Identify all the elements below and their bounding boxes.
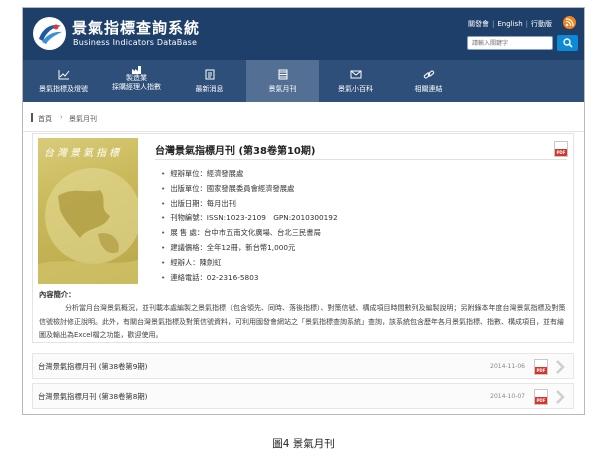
- link-mobile[interactable]: 行動版: [531, 20, 552, 28]
- site-header: 景氣指標查詢系統 Business Indicators DataBase 關發…: [23, 8, 584, 60]
- mail-icon: [350, 70, 361, 79]
- card-divider: [155, 159, 567, 160]
- nav-item-links[interactable]: 相關連結: [392, 60, 465, 102]
- info-item: 經辦人：陳劍虹: [161, 256, 338, 271]
- chevron-right-icon[interactable]: [554, 389, 566, 405]
- info-item: 刊物編號：ISSN:1023-2109 GPN:2010300192: [161, 211, 337, 226]
- news-icon: [205, 69, 214, 80]
- top-links: 關發會 | English | 行動版: [468, 19, 552, 29]
- issue-title[interactable]: 台灣景氣指標月刊 (第38卷第8期): [38, 392, 148, 402]
- info-item: 經辦單位：經濟發展處: [161, 167, 338, 182]
- nav-item-label: 景氣指標及燈號: [39, 85, 88, 93]
- line-chart-icon: [58, 70, 69, 80]
- issue-date: 2014-11-06: [490, 363, 525, 370]
- breadcrumb-current: 景氣月刊: [69, 115, 97, 123]
- issue-date: 2014-10-07: [490, 393, 525, 400]
- nav-item-label: 最新消息: [195, 85, 224, 93]
- info-item: 連絡電話：02-2316-5803: [161, 271, 338, 286]
- breadcrumb-separator-icon: ›: [60, 113, 63, 121]
- rss-icon[interactable]: [563, 16, 576, 29]
- link-icon: [423, 70, 434, 79]
- nav-item-label: 景氣小百科: [338, 85, 373, 93]
- list-item[interactable]: 台灣景氣指標月刊 (第38卷第8期) 2014-10-07 PDF: [32, 383, 574, 409]
- book-icon: [278, 69, 287, 80]
- nav-item-pmi[interactable]: 製造業 採購經理人指數: [100, 60, 173, 102]
- intro-heading: 內容簡介：: [39, 290, 76, 299]
- issue-info-list: 經辦單位：經濟發展處 出版單位：國家發展委員會經濟發展處 出版日期：每月出刊 刊…: [161, 167, 338, 286]
- globe-graphic: [38, 168, 138, 284]
- breadcrumb-marker: [31, 113, 33, 122]
- nav-pmi-line1: 製造業: [126, 74, 147, 82]
- nav-item-news[interactable]: 最新消息: [173, 60, 246, 102]
- nav-item-label: 相關連結: [414, 85, 443, 93]
- link-english[interactable]: English: [497, 20, 522, 28]
- breadcrumb: 首頁 › 景氣月刊: [23, 102, 584, 132]
- featured-issue-title[interactable]: 台灣景氣指標月刊 (第38卷第10期): [155, 142, 315, 157]
- info-item: 出版單位：國家發展委員會經濟發展處: [161, 182, 338, 197]
- site-title-cn[interactable]: 景氣指標查詢系統: [72, 17, 200, 38]
- info-item: 展 售 處：台中市五南文化廣場、台北三民書局: [161, 226, 338, 241]
- nav-item-label: 景氣月刊: [268, 85, 297, 93]
- pdf-label: PDF: [556, 150, 566, 155]
- list-item[interactable]: 台灣景氣指標月刊 (第38卷第9期) 2014-11-06 PDF: [32, 353, 574, 379]
- info-item: 建議價格：全年12冊，新台幣1,000元: [161, 241, 338, 256]
- featured-issue-card: 台灣景氣指標 台灣景氣指標月刊 (第38卷第10期) PDF 經辦單位：經濟發展…: [32, 133, 574, 343]
- link-separator: |: [492, 20, 495, 28]
- site-title-en: Business Indicators DataBase: [73, 38, 198, 47]
- pdf-download-icon[interactable]: PDF: [534, 359, 548, 375]
- link-separator: |: [525, 20, 528, 28]
- nav-item-monthly[interactable]: 景氣月刊: [246, 60, 319, 102]
- info-item: 出版日期：每月出刊: [161, 197, 338, 212]
- chevron-right-icon[interactable]: [554, 359, 566, 375]
- pdf-download-icon[interactable]: PDF: [534, 389, 548, 405]
- breadcrumb-home[interactable]: 首頁: [38, 114, 52, 124]
- pdf-download-icon[interactable]: PDF: [554, 141, 568, 157]
- nav-item-label: 製造業 採購經理人指數: [100, 74, 173, 92]
- issue-title[interactable]: 台灣景氣指標月刊 (第38卷第9期): [38, 362, 148, 372]
- nav-item-encyclopedia[interactable]: 景氣小百科: [319, 60, 392, 102]
- main-nav: 景氣指標及燈號 製造業 採購經理人指數 最新消息 景氣月刊 景氣小百科 相關連結: [23, 60, 584, 102]
- search-icon: [562, 38, 573, 48]
- site-logo-icon[interactable]: [33, 17, 66, 50]
- magazine-cover-image[interactable]: 台灣景氣指標: [38, 138, 138, 284]
- search-button[interactable]: [557, 35, 578, 51]
- pdf-label: PDF: [536, 368, 546, 373]
- intro-text: 分析當月台灣景氣概況，並刊載本處編製之景氣指標（包含領先、同時、落後指標）、對策…: [39, 304, 566, 339]
- figure-caption: 圖4 景氣月刊: [272, 438, 335, 450]
- pdf-label: PDF: [536, 398, 546, 403]
- search-input[interactable]: [467, 36, 553, 50]
- screenshot-frame: 景氣指標查詢系統 Business Indicators DataBase 關發…: [22, 7, 585, 415]
- nav-item-indicators[interactable]: 景氣指標及燈號: [27, 60, 100, 102]
- link-ndc[interactable]: 關發會: [468, 20, 489, 28]
- nav-pmi-line2: 採購經理人指數: [112, 83, 161, 91]
